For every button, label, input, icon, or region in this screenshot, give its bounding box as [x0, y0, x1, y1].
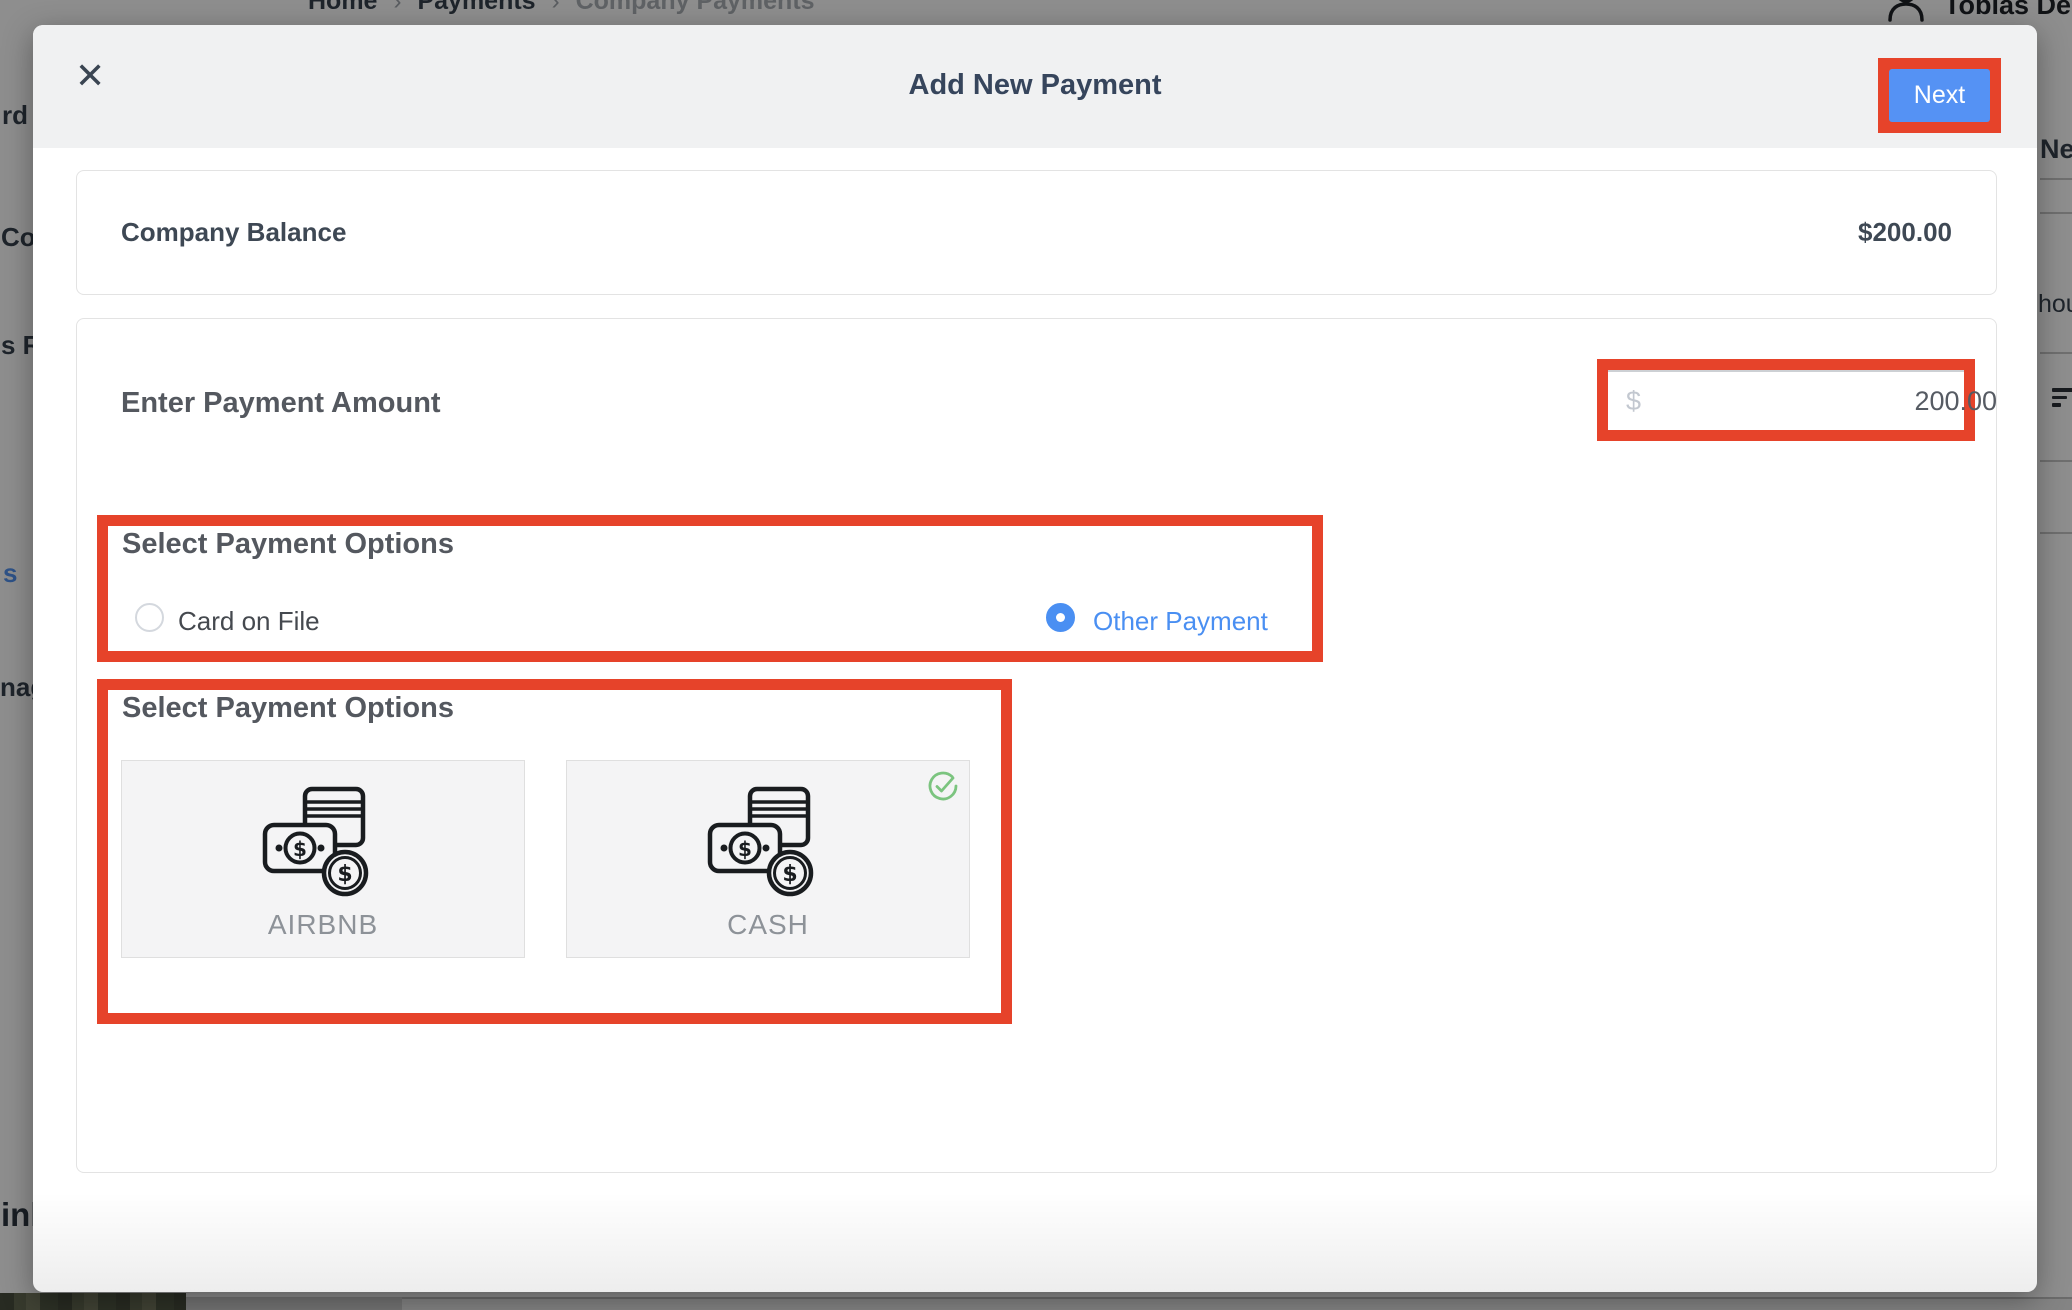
select-payment-options-heading: Select Payment Options	[122, 692, 454, 725]
add-new-payment-modal: ✕ Add New Payment Next Company Balance $…	[33, 25, 2037, 1292]
payment-amount-input[interactable]	[1641, 385, 2015, 418]
company-balance-value: $200.00	[1858, 217, 1952, 248]
enter-payment-amount-label: Enter Payment Amount	[121, 387, 441, 420]
next-button[interactable]: Next	[1889, 69, 1990, 122]
payment-tile-airbnb[interactable]: $ $ AIRBNB	[121, 760, 525, 958]
screen: Home › Payments › Company Payments Tobia…	[0, 0, 2072, 1310]
svg-text:$: $	[293, 837, 307, 861]
company-balance-card: Company Balance $200.00	[76, 170, 1997, 295]
modal-header: ✕ Add New Payment Next	[33, 25, 2037, 148]
svg-text:$: $	[782, 862, 797, 887]
other-payment-radio[interactable]	[1046, 603, 1075, 632]
company-balance-label: Company Balance	[121, 217, 346, 248]
payment-options-tiles-annotation: Select Payment Options	[97, 679, 1012, 1024]
payment-tile-cash[interactable]: $ $ CASH	[566, 760, 970, 958]
payment-tile-label: CASH	[567, 909, 969, 941]
card-on-file-label[interactable]: Card on File	[178, 606, 320, 637]
next-button-annotation: Next	[1878, 58, 2001, 133]
check-circle-icon	[927, 770, 959, 802]
select-payment-options-heading: Select Payment Options	[122, 528, 454, 561]
amount-input-wrap: $	[1608, 370, 1964, 430]
amount-input-annotation: $	[1597, 359, 1975, 441]
card-on-file-radio[interactable]	[135, 603, 164, 632]
payment-tile-label: AIRBNB	[122, 909, 524, 941]
svg-text:$: $	[337, 862, 352, 887]
payment-options-radio-annotation: Select Payment Options Card on File Othe…	[97, 515, 1323, 662]
currency-symbol: $	[1626, 386, 1641, 417]
other-payment-label[interactable]: Other Payment	[1093, 606, 1268, 637]
svg-text:$: $	[738, 837, 752, 861]
money-icon: $ $	[702, 781, 834, 901]
money-icon: $ $	[257, 781, 389, 901]
payment-card: Enter Payment Amount $ Select Payment Op…	[76, 318, 1997, 1173]
modal-title: Add New Payment	[33, 69, 2037, 102]
modal-bottom-shadow	[33, 1192, 2037, 1292]
